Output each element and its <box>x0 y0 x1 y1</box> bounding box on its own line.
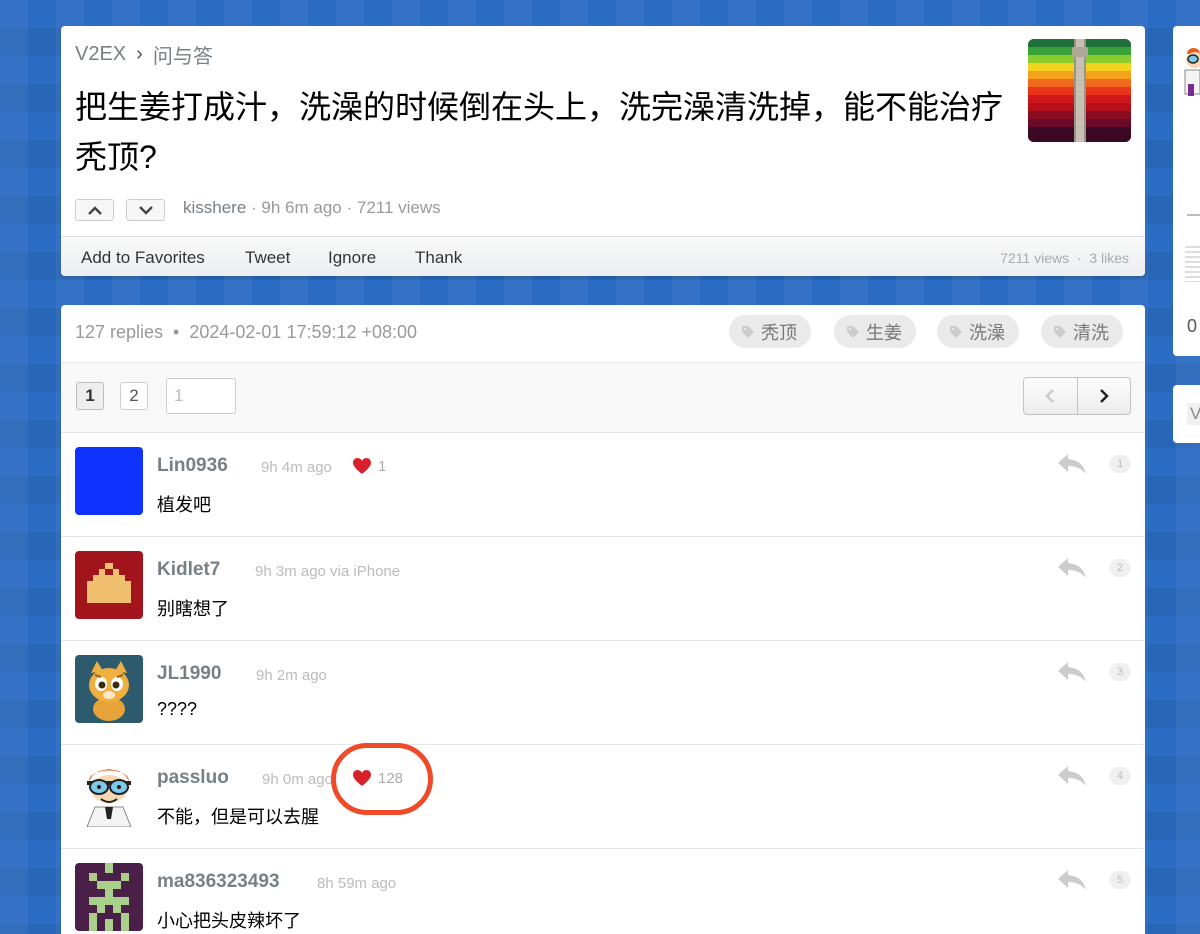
sidebar-letter[interactable]: V <box>1187 403 1200 425</box>
topic-meta: kisshere · 9h 6m ago · 7211 views <box>183 198 441 218</box>
replies-header: 127 replies • 2024-02-01 17:59:12 +08:00… <box>61 305 1145 363</box>
thank-link[interactable]: Thank <box>415 248 462 268</box>
reply-arrow-icon[interactable] <box>1057 765 1087 787</box>
reply-item: ma836323493 8h 59m ago 小心把头皮辣坏了 5 <box>61 849 1145 934</box>
reply-username-link[interactable]: Lin0936 <box>157 455 228 477</box>
blue-square-avatar-image <box>75 447 143 515</box>
add-to-favorites-link[interactable]: Add to Favorites <box>81 248 205 268</box>
downvote-button[interactable] <box>126 199 165 221</box>
tag-2[interactable]: 洗澡 <box>937 315 1019 348</box>
page-1-button[interactable]: 1 <box>76 382 104 410</box>
heart-icon <box>353 458 371 474</box>
chevron-up-icon <box>87 205 102 215</box>
upvote-button[interactable] <box>75 199 114 221</box>
highlight-circle-annotation <box>331 743 433 815</box>
pixel-house-avatar-image <box>75 551 143 619</box>
floor-number: 1 <box>1109 455 1131 473</box>
sidebar-divider <box>1187 214 1200 216</box>
reply-item: passluo 9h 0m ago 128 不能，但是可以去腥 4 <box>61 745 1145 849</box>
tag-label: 生姜 <box>866 322 902 343</box>
avatar[interactable] <box>75 551 143 619</box>
reply-content: 小心把头皮辣坏了 <box>157 911 301 931</box>
topic-action-bar: Add to Favorites Tweet Ignore Thank 7211… <box>61 236 1145 276</box>
reply-time: 8h 59m ago <box>317 875 397 892</box>
reply-content: 植发吧 <box>157 495 211 515</box>
reply-time: 9h 3m ago via iPhone <box>255 563 401 580</box>
tag-label: 秃顶 <box>761 322 797 343</box>
reply-count-date: 127 replies • 2024-02-01 17:59:12 +08:00 <box>75 322 418 342</box>
next-page-button[interactable] <box>1076 378 1130 414</box>
like-count-value: 1 <box>378 457 387 475</box>
tag-1[interactable]: 生姜 <box>834 315 916 348</box>
replies-box: 127 replies • 2024-02-01 17:59:12 +08:00… <box>61 305 1145 934</box>
sidebar-user-box: 0 <box>1173 26 1200 356</box>
sidebar-box-2: V <box>1173 385 1200 443</box>
page-arrow-group <box>1023 377 1131 415</box>
ignore-link[interactable]: Ignore <box>328 248 376 268</box>
reply-username-link[interactable]: passluo <box>157 767 229 789</box>
reply-item: JL1990 9h 2m ago ???? 3 <box>61 641 1145 745</box>
breadcrumb-separator: › <box>136 43 143 65</box>
reply-time: 9h 2m ago <box>256 667 327 684</box>
topic-title: 把生姜打成汁，洗澡的时候倒在头上，洗完澡清洗掉，能不能治疗秃顶? <box>75 89 1004 175</box>
breadcrumb-node-link[interactable]: 问与答 <box>153 46 213 68</box>
topic-author-link[interactable]: kisshere <box>183 198 246 217</box>
avatar[interactable] <box>75 759 143 827</box>
tag-label: 洗澡 <box>969 322 1005 343</box>
reply-content: ???? <box>157 699 198 719</box>
chevron-right-icon <box>1100 389 1109 403</box>
topic-time-views: · 9h 6m ago · 7211 views <box>246 198 441 217</box>
reply-arrow-icon[interactable] <box>1057 869 1087 891</box>
author-avatar[interactable] <box>1028 39 1131 142</box>
reply-content: 别瞎想了 <box>157 599 229 619</box>
avatar[interactable] <box>75 863 143 931</box>
sidebar-stat: 0 <box>1187 316 1198 336</box>
tag-icon <box>1054 325 1066 338</box>
reply-arrow-icon[interactable] <box>1057 557 1087 579</box>
chevron-down-icon <box>138 205 153 215</box>
floor-number: 3 <box>1109 663 1131 681</box>
reply-username-link[interactable]: Kidlet7 <box>157 559 220 581</box>
breadcrumb: V2EX › 问与答 <box>75 40 213 69</box>
sidebar-avatar-image <box>1184 48 1200 96</box>
topic-header-box: V2EX › 问与答 把生姜打成汁，洗澡的时候倒在头上，洗完澡清洗掉，能不能治疗秃顶… <box>61 26 1145 276</box>
cartoon-scientist-avatar-image <box>75 759 143 827</box>
prev-page-button[interactable] <box>1024 378 1077 414</box>
avatar[interactable] <box>75 447 143 515</box>
page-2-button[interactable]: 2 <box>120 382 148 410</box>
reply-username-link[interactable]: JL1990 <box>157 663 221 685</box>
reply-content: 不能，但是可以去腥 <box>157 807 319 827</box>
avatar[interactable] <box>75 655 143 723</box>
tag-icon <box>847 325 859 338</box>
reply-item: Kidlet7 9h 3m ago via iPhone 别瞎想了 2 <box>61 537 1145 641</box>
floor-number: 5 <box>1109 871 1131 889</box>
reply-item: Lin0936 9h 4m ago 1 植发吧 1 <box>61 433 1145 537</box>
reply-like-count: 1 <box>352 457 386 475</box>
pixel-pattern-avatar-image <box>75 863 143 931</box>
floor-number: 4 <box>1109 767 1131 785</box>
sidebar-lines-icon <box>1185 246 1200 282</box>
reply-arrow-icon[interactable] <box>1057 661 1087 683</box>
colorful-zipper-image <box>1028 39 1131 142</box>
reply-time: 9h 4m ago <box>261 459 332 476</box>
floor-number: 2 <box>1109 559 1131 577</box>
tag-3[interactable]: 清洗 <box>1041 315 1123 348</box>
tag-icon <box>950 325 962 338</box>
reply-time: 9h 0m ago <box>262 771 333 788</box>
tiger-cub-avatar-image <box>75 655 143 723</box>
tweet-link[interactable]: Tweet <box>245 248 290 268</box>
page-jump-input[interactable]: 1 <box>166 378 236 414</box>
reply-username-link[interactable]: ma836323493 <box>157 871 280 893</box>
tag-icon <box>742 325 754 338</box>
pagination-bar: 1 2 1 <box>61 363 1145 433</box>
chevron-left-icon <box>1045 389 1055 403</box>
tag-label: 清洗 <box>1073 322 1109 343</box>
topic-stats: 7211 views · 3 likes <box>1000 250 1129 266</box>
reply-arrow-icon[interactable] <box>1057 453 1087 475</box>
tag-0[interactable]: 秃顶 <box>729 315 811 348</box>
breadcrumb-site-link[interactable]: V2EX <box>75 43 126 65</box>
